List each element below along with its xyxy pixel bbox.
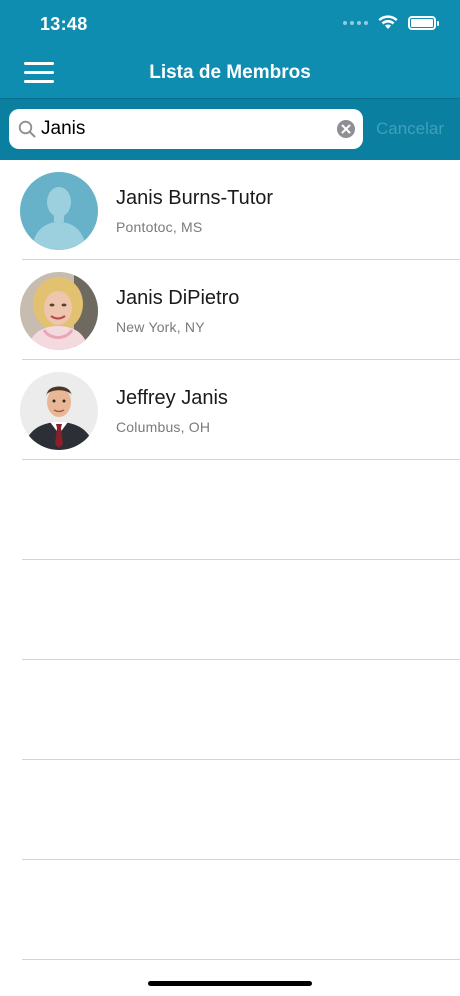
member-name: Janis Burns-Tutor [116,187,274,209]
empty-row [22,660,460,760]
signal-icon [343,20,368,25]
search-field[interactable] [9,109,363,149]
status-icons [343,15,439,30]
search-icon [18,120,36,138]
member-name: Jeffrey Janis [116,387,228,409]
search-input[interactable] [41,115,331,143]
search-bar: Cancelar [0,98,460,160]
member-name: Janis DiPietro [116,287,240,309]
member-location: New York, NY [116,319,205,335]
avatar [20,272,98,350]
member-row[interactable]: Janis DiPietro New York, NY [20,260,460,360]
cancel-button[interactable]: Cancelar [376,119,444,139]
status-bar: 13:48 [0,0,460,50]
wifi-icon [378,15,398,29]
battery-icon [408,15,439,30]
member-location: Pontotoc, MS [116,219,203,235]
empty-row [22,460,460,560]
avatar [20,172,98,250]
page-title: Lista de Membros [149,62,311,83]
nav-bar: Lista de Membros [0,50,460,98]
member-list: Janis Burns-Tutor Pontotoc, MS Janis DiP… [0,160,460,960]
empty-row [22,860,460,960]
empty-row [22,560,460,660]
home-indicator [148,981,312,986]
member-row[interactable]: Janis Burns-Tutor Pontotoc, MS [20,160,460,260]
member-location: Columbus, OH [116,419,211,435]
status-time: 13:48 [40,14,88,34]
avatar [20,372,98,450]
empty-row [22,760,460,860]
member-row[interactable]: Jeffrey Janis Columbus, OH [20,360,460,460]
clear-search-icon[interactable] [337,120,355,138]
